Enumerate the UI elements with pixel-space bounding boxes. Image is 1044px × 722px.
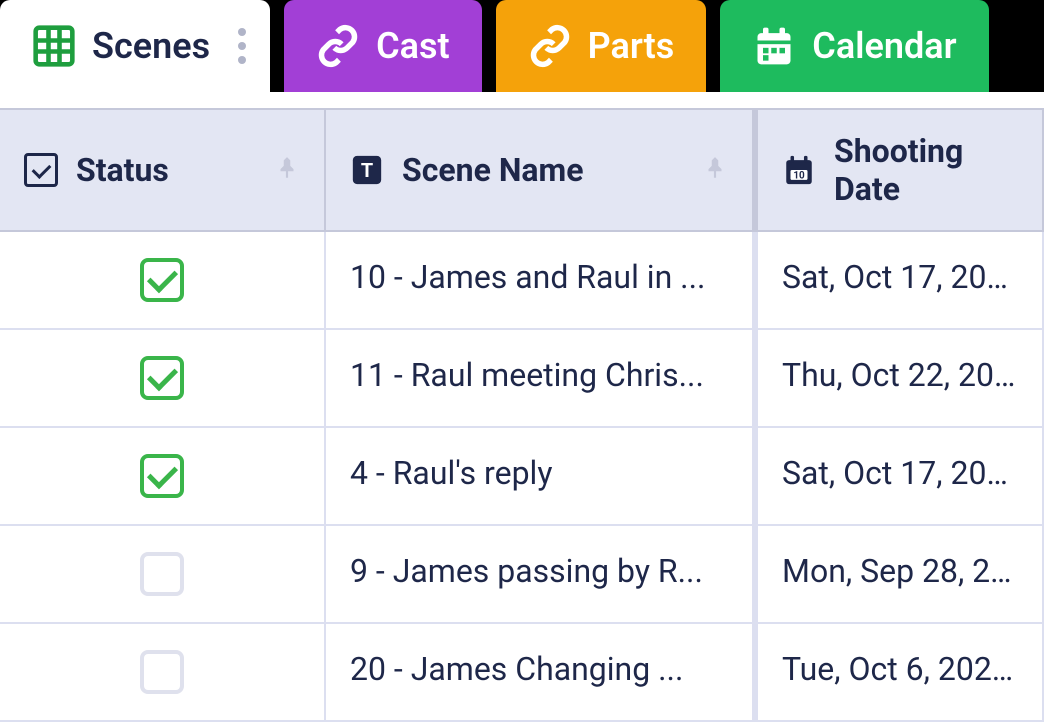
table-row[interactable]: 4 - Raul's reply Sat, Oct 17, 2020 0 (0, 428, 1044, 526)
status-checkbox[interactable] (140, 258, 184, 302)
text-column-icon: T (350, 153, 384, 187)
column-header-name-label: Scene Name (402, 151, 584, 189)
tab-cast-label: Cast (376, 25, 449, 67)
table-row[interactable]: 11 - Raul meeting Chris... Thu, Oct 22, … (0, 330, 1044, 428)
calendar-icon (752, 24, 796, 68)
cell-status (0, 428, 326, 524)
cell-scene-name[interactable]: 20 - James Changing ... (326, 624, 754, 720)
table: Status T Scene Name 10 (0, 92, 1044, 722)
column-header-status[interactable]: Status (0, 110, 326, 230)
table-row[interactable]: 20 - James Changing ... Tue, Oct 6, 2020… (0, 624, 1044, 722)
tabs-bar: Scenes Cast Parts (0, 0, 1044, 92)
tab-calendar[interactable]: Calendar (720, 0, 988, 92)
table-row[interactable]: 9 - James passing by R... Mon, Sep 28, 2… (0, 526, 1044, 624)
cell-scene-name[interactable]: 11 - Raul meeting Chris... (326, 330, 754, 426)
cell-scene-name[interactable]: 10 - James and Raul in ... (326, 232, 754, 328)
status-checkbox[interactable] (140, 356, 184, 400)
column-header-date[interactable]: 10 Shooting Date (754, 110, 1044, 230)
pin-icon[interactable] (702, 151, 728, 189)
cell-shooting-date[interactable]: Mon, Sep 28, 2020 (754, 526, 1044, 622)
date-column-icon: 10 (782, 153, 816, 187)
status-checkbox[interactable] (140, 552, 184, 596)
link-icon (316, 24, 360, 68)
status-checkbox[interactable] (140, 650, 184, 694)
tab-scenes-label: Scenes (92, 25, 210, 67)
column-header-date-label: Shooting Date (834, 132, 1018, 208)
link-icon (528, 24, 572, 68)
status-checkbox[interactable] (140, 454, 184, 498)
tab-cast[interactable]: Cast (284, 0, 481, 92)
table-header: Status T Scene Name 10 (0, 108, 1044, 232)
svg-text:10: 10 (793, 171, 805, 182)
table-row[interactable]: 10 - James and Raul in ... Sat, Oct 17, … (0, 232, 1044, 330)
tab-scenes[interactable]: Scenes (0, 0, 270, 92)
column-header-name[interactable]: T Scene Name (326, 110, 754, 230)
cell-status (0, 624, 326, 720)
cell-shooting-date[interactable]: Tue, Oct 6, 2020 0 (754, 624, 1044, 720)
cell-scene-name[interactable]: 9 - James passing by R... (326, 526, 754, 622)
cell-status (0, 526, 326, 622)
pin-icon[interactable] (274, 151, 300, 189)
tab-parts[interactable]: Parts (496, 0, 707, 92)
cell-status (0, 232, 326, 328)
grid-icon (32, 24, 76, 68)
cell-scene-name[interactable]: 4 - Raul's reply (326, 428, 754, 524)
cell-shooting-date[interactable]: Thu, Oct 22, 2020 (754, 330, 1044, 426)
cell-status (0, 330, 326, 426)
checkbox-column-icon (24, 153, 58, 187)
cell-shooting-date[interactable]: Sat, Oct 17, 2020 1 (754, 232, 1044, 328)
tab-calendar-label: Calendar (812, 25, 956, 67)
cell-shooting-date[interactable]: Sat, Oct 17, 2020 0 (754, 428, 1044, 524)
tab-menu-icon[interactable] (238, 28, 246, 64)
tab-parts-label: Parts (588, 25, 675, 67)
svg-text:T: T (361, 159, 373, 182)
column-header-status-label: Status (76, 151, 169, 189)
